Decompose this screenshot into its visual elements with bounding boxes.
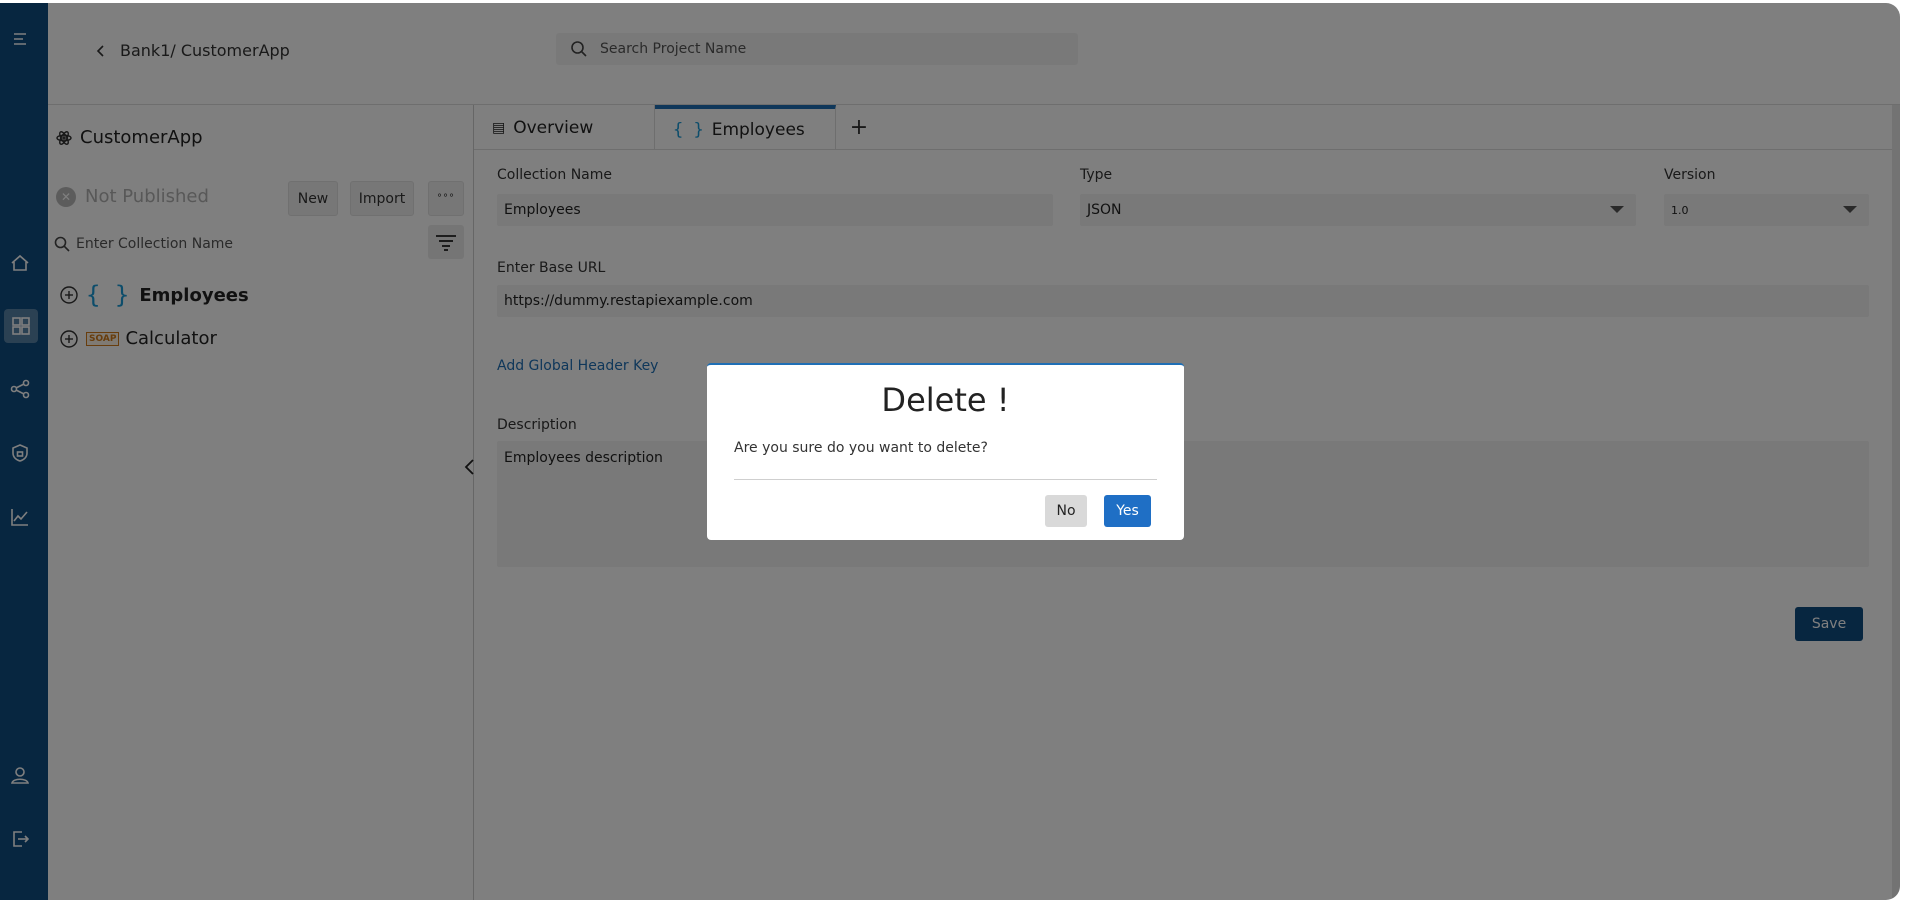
dialog-message: Are you sure do you want to delete?	[734, 440, 988, 456]
dialog-title: Delete !	[881, 381, 1010, 419]
no-button[interactable]: No	[1045, 495, 1087, 527]
yes-button[interactable]: Yes	[1104, 495, 1151, 527]
dialog-divider	[734, 479, 1157, 480]
delete-dialog: Delete ! Are you sure do you want to del…	[707, 363, 1184, 540]
